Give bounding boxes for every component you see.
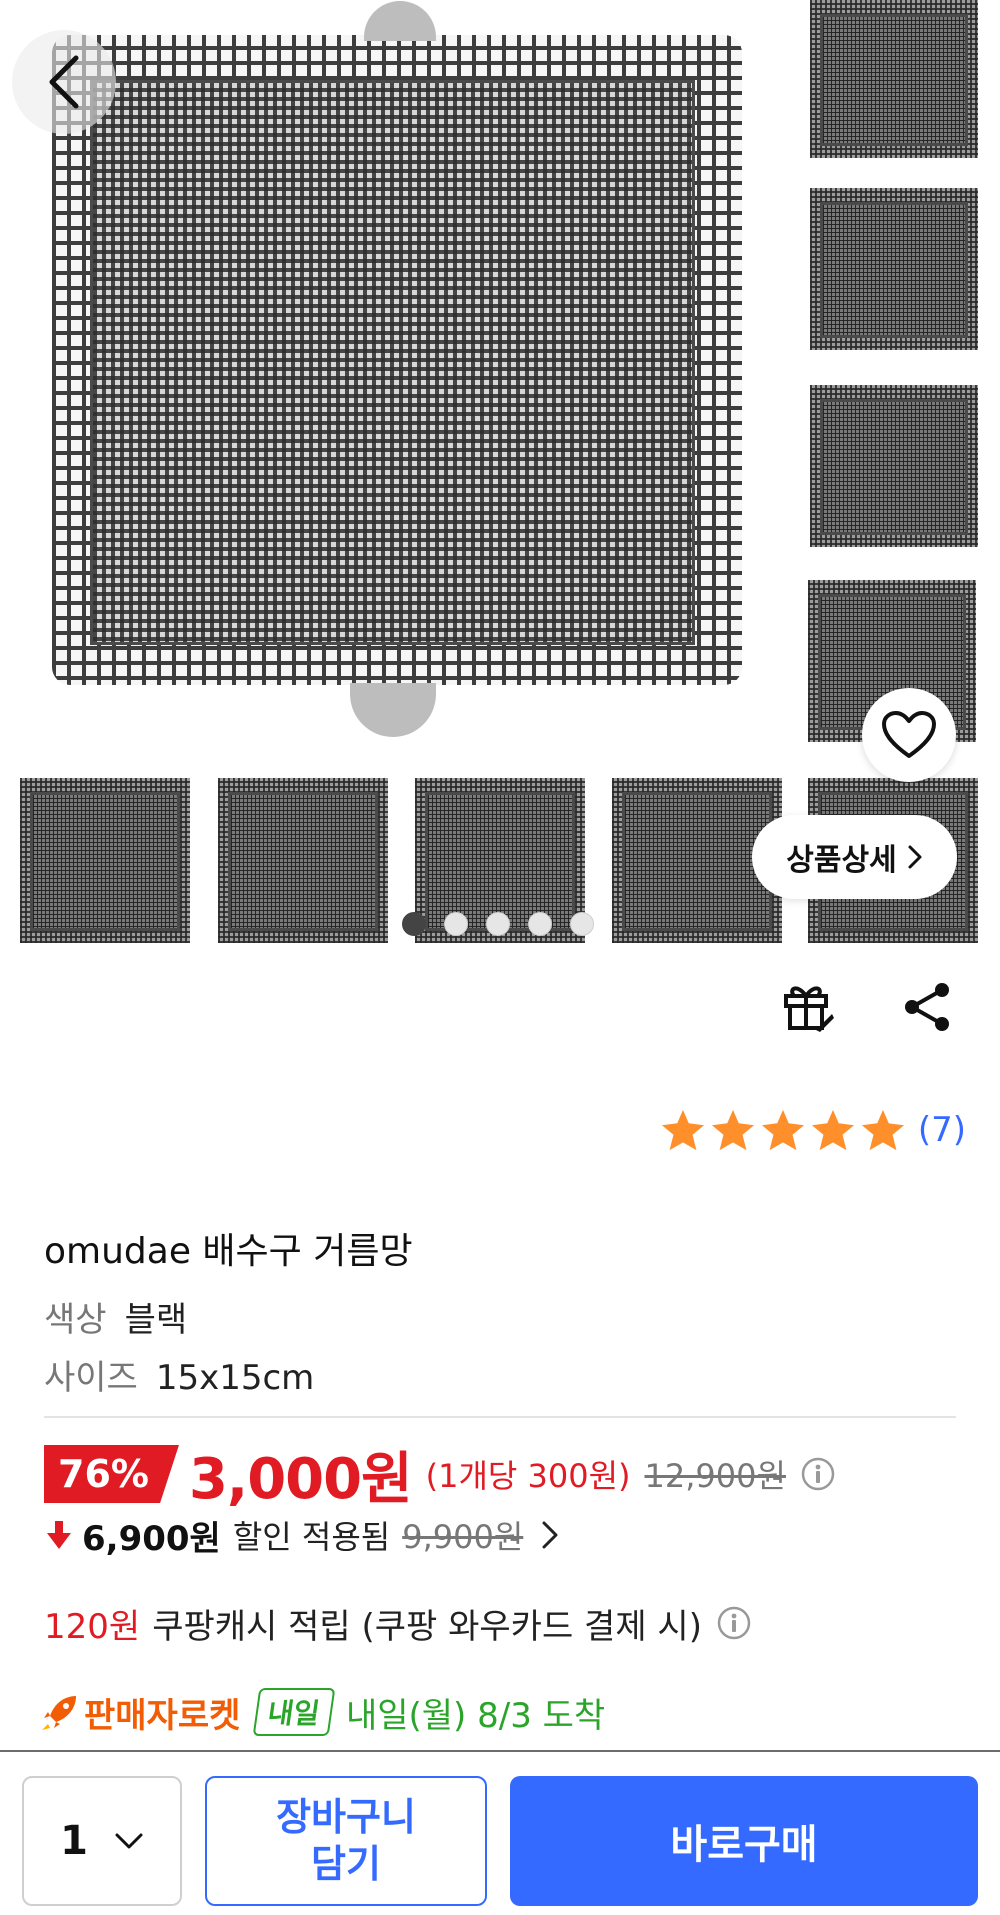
wishlist-button[interactable] xyxy=(862,688,956,782)
chevron-right-icon xyxy=(542,1521,558,1549)
review-count[interactable]: (7) xyxy=(918,1110,966,1150)
back-button[interactable] xyxy=(12,30,116,134)
mesh-inner xyxy=(622,792,772,931)
mesh-inner xyxy=(820,399,968,535)
sale-price: 3,000원 xyxy=(188,1446,413,1512)
gift-button[interactable] xyxy=(780,978,836,1038)
quantity-select[interactable]: 1 xyxy=(22,1776,182,1906)
cart-label-line2: 담기 xyxy=(311,1842,381,1886)
mesh-inner xyxy=(820,202,968,338)
gallery-pagination xyxy=(402,912,594,936)
discount-amount: 6,900원 xyxy=(82,1518,221,1559)
option-color: 색상 블랙 xyxy=(44,1292,187,1341)
main-product-image[interactable] xyxy=(52,1,742,737)
unit-price: (1개당 300원) xyxy=(425,1457,631,1495)
product-image-gallery[interactable]: 상품상세 xyxy=(0,0,1000,945)
product-detail-label: 상품상세 xyxy=(786,843,897,878)
discount-row[interactable]: 6,900원 할인 적용됨 9,900원 xyxy=(44,1510,559,1560)
pagination-dot[interactable] xyxy=(570,912,594,936)
info-icon[interactable] xyxy=(716,1605,752,1641)
pagination-dot[interactable] xyxy=(402,912,426,936)
cash-reward-row: 120원 쿠팡캐시 적립 (쿠팡 와우카드 결제 시) xyxy=(44,1598,752,1648)
seller-rocket-label: 판매자로켓 xyxy=(84,1695,241,1736)
price-row: 76% 3,000원 (1개당 300원) 12,900원 xyxy=(44,1444,836,1512)
share-button[interactable] xyxy=(900,980,954,1038)
add-to-cart-button[interactable]: 장바구니 담기 xyxy=(205,1776,487,1906)
mesh-inner xyxy=(425,792,575,931)
option-key: 사이즈 xyxy=(44,1358,138,1398)
quantity-value: 1 xyxy=(60,1818,88,1864)
star-icon xyxy=(811,1109,854,1151)
product-title: omudae 배수구 거름망 xyxy=(44,1231,413,1272)
gallery-thumbnail[interactable] xyxy=(810,188,978,350)
cash-amount: 120원 xyxy=(44,1606,141,1647)
arrival-date: 내일(월) 8/3 도착 xyxy=(345,1695,606,1736)
pagination-dot[interactable] xyxy=(444,912,468,936)
divider xyxy=(44,1416,956,1418)
chevron-down-icon xyxy=(115,1833,143,1849)
tomorrow-badge: 내일 xyxy=(253,1688,336,1736)
discount-text: 할인 적용됨 xyxy=(232,1518,391,1556)
product-detail-button[interactable]: 상품상세 xyxy=(752,815,957,899)
chevron-right-icon xyxy=(908,845,922,869)
heart-icon xyxy=(882,711,936,758)
arrow-down-icon xyxy=(47,1521,71,1549)
mesh-tab-bottom xyxy=(350,683,436,737)
original-price: 12,900원 xyxy=(644,1457,786,1495)
star-icon xyxy=(711,1109,754,1151)
info-icon[interactable] xyxy=(800,1456,836,1492)
gift-icon xyxy=(784,986,834,1032)
mesh-inner xyxy=(90,80,695,645)
mesh-inner xyxy=(30,792,180,931)
rocket-icon xyxy=(42,1696,76,1730)
shipping-row: 판매자로켓 내일 내일(월) 8/3 도착 xyxy=(40,1686,605,1738)
share-icon xyxy=(905,983,949,1031)
star-icon xyxy=(661,1109,704,1151)
option-key: 색상 xyxy=(44,1300,107,1340)
gallery-thumbnail[interactable] xyxy=(20,778,190,943)
mesh-inner xyxy=(820,14,968,146)
discount-before-price: 9,900원 xyxy=(402,1518,524,1556)
bottom-action-bar: 1 장바구니 담기 바로구매 xyxy=(0,1750,1000,1915)
buy-now-button[interactable]: 바로구매 xyxy=(510,1776,978,1906)
option-value: 15x15cm xyxy=(155,1358,315,1398)
gallery-thumbnail[interactable] xyxy=(218,778,388,943)
discount-badge: 76% xyxy=(44,1445,179,1503)
gallery-thumbnail[interactable] xyxy=(810,0,978,158)
pagination-dot[interactable] xyxy=(528,912,552,936)
star-icon xyxy=(861,1109,904,1151)
chevron-left-icon xyxy=(49,55,79,109)
gallery-thumbnail[interactable] xyxy=(810,385,978,547)
cart-label-line1: 장바구니 xyxy=(276,1794,416,1839)
pagination-dot[interactable] xyxy=(486,912,510,936)
star-icon xyxy=(761,1109,804,1151)
mesh-tab-top xyxy=(364,1,436,41)
cash-text: 쿠팡캐시 적립 (쿠팡 와우카드 결제 시) xyxy=(152,1606,702,1647)
rating-summary[interactable]: (7) xyxy=(660,1108,966,1152)
mesh-inner xyxy=(228,792,378,931)
option-value: 블랙 xyxy=(124,1300,188,1340)
option-size: 사이즈 15x15cm xyxy=(44,1350,314,1399)
